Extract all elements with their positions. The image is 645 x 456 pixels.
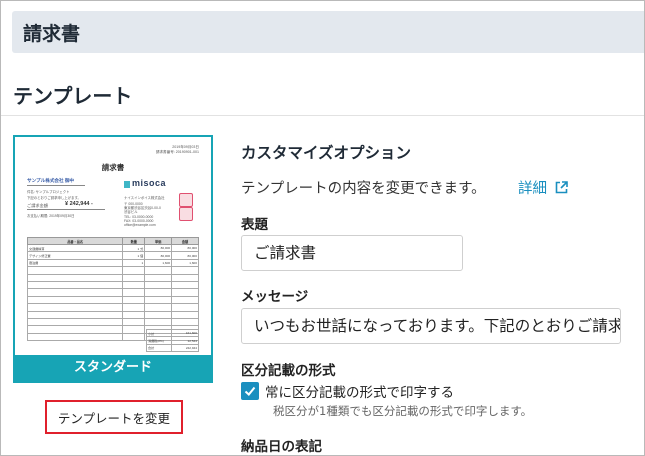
preview-row-qty: 1 <box>122 258 146 268</box>
tax-format-checkbox-row[interactable]: 常に区分記載の形式で印字する <box>241 381 454 401</box>
preview-invoice-number: 請求書番号: 20190901-001 <box>155 150 199 154</box>
customize-options-description: テンプレートの内容を変更できます。 <box>241 181 486 197</box>
preview-summary-table: 小計 161,600 消費税(8%) 12,544 合計 242,944 <box>145 328 199 353</box>
template-thumbnail: 2019年09月03日 請求書番号: 20190901-001 請求書 サンプル… <box>15 137 211 355</box>
external-link-icon <box>555 181 568 194</box>
table-row: デザイン修正費 1 個 80,000 80,000 <box>26 251 199 260</box>
table-row <box>26 310 199 319</box>
tax-format-label: 区分記載の形式 <box>241 363 336 379</box>
preview-company: ナイスインボイス株式会社 <box>124 196 165 200</box>
table-row <box>26 288 199 297</box>
subject-label: 表題 <box>241 217 268 233</box>
preview-row-name: 宿泊費 <box>26 258 124 268</box>
preview-subject: 件名: サンプルプロジェクト <box>27 190 70 194</box>
table-row: 交通費精算 1 式 80,000 80,000 <box>26 243 199 253</box>
delivery-date-label: 納品日の表記 <box>241 439 322 455</box>
change-template-button[interactable]: テンプレートを変更 <box>45 400 183 434</box>
preview-row-price: 80,000 <box>144 251 173 260</box>
message-input[interactable]: いつもお世話になっております。下記のとおりご請求申し上げます。 <box>241 308 621 344</box>
message-label: メッセージ <box>241 289 309 305</box>
preview-summary-label: 合計 <box>145 343 173 353</box>
preview-summary-label: 消費税(8%) <box>145 336 173 345</box>
preview-header-qty: 数量 <box>122 237 146 245</box>
preview-doc-title: 請求書 <box>101 163 125 172</box>
section-divider <box>1 115 644 116</box>
preview-row-name: デザイン修正費 <box>26 251 124 260</box>
preview-row-price: 1,600 <box>144 258 173 268</box>
preview-row-qty: 1 個 <box>122 251 146 260</box>
preview-amount-value: ¥ 242,944 - <box>65 201 93 207</box>
template-name: スタンダード <box>15 355 211 381</box>
page-header: 請求書 <box>12 11 644 53</box>
preview-row-amount: 1,600 <box>171 258 199 268</box>
preview-logo-text: misoca <box>132 178 167 188</box>
table-row: 小計 161,600 <box>145 328 199 338</box>
check-icon <box>244 386 256 396</box>
preview-row-amount: 80,000 <box>171 251 199 260</box>
window-frame: 請求書 テンプレート 2019年09月03日 請求書番号: 20190901-0… <box>0 0 645 456</box>
preview-amount-underline <box>27 209 105 210</box>
detail-link[interactable]: 詳細 <box>518 177 568 198</box>
tax-format-checkbox-label: 常に区分記載の形式で印字する <box>265 385 454 401</box>
template-card[interactable]: 2019年09月03日 請求書番号: 20190901-001 請求書 サンプル… <box>13 135 213 383</box>
preview-row-name: 交通費精算 <box>26 243 124 253</box>
preview-address3: 渋谷ビル <box>124 210 138 214</box>
table-row <box>26 317 199 327</box>
preview-summary-value: 242,944 <box>171 343 199 353</box>
preview-row-price: 80,000 <box>144 243 173 253</box>
detail-link-label: 詳細 <box>518 181 547 197</box>
table-row <box>26 303 199 312</box>
section-title: テンプレート <box>13 84 133 108</box>
preview-due: お支払い期限: 2019年09月30日 <box>27 214 75 218</box>
preview-email: office@example.com <box>124 223 156 227</box>
preview-client: サンプル株式会社 御中 <box>27 178 75 183</box>
table-row <box>26 266 199 275</box>
table-row <box>26 280 199 290</box>
seal-stamp-icon <box>179 207 193 221</box>
preview-header-amount: 金額 <box>171 237 199 245</box>
preview-header-item: 品番・品名 <box>26 237 124 245</box>
preview-client-underline <box>27 185 85 186</box>
customize-options-title: カスタマイズオプション <box>241 144 412 162</box>
subject-input[interactable]: ご請求書 <box>241 235 463 271</box>
preview-row-qty: 1 式 <box>122 243 146 253</box>
table-row: 宿泊費 1 1,600 1,600 <box>26 258 199 268</box>
table-row <box>26 273 199 282</box>
misoca-logo-icon <box>124 181 130 188</box>
page-title: 請求書 <box>23 23 81 45</box>
preview-note: 下記のとおりご請求申し上げます。 <box>27 196 81 200</box>
preview-row-amount: 80,000 <box>171 243 199 253</box>
preview-items-table: 品番・品名 数量 単価 金額 交通費精算 1 式 80,000 80,000 デ… <box>26 237 199 342</box>
tax-format-checkbox[interactable] <box>241 382 259 400</box>
table-row: 合計 242,944 <box>145 343 199 353</box>
preview-header-price: 単価 <box>144 237 173 245</box>
table-row <box>26 295 199 305</box>
preview-summary-label: 小計 <box>145 328 173 338</box>
preview-summary-value: 161,600 <box>171 328 199 338</box>
tax-format-hint: 税区分が1種類でも区分記載の形式で印字します。 <box>273 404 533 418</box>
seal-stamp-icon <box>179 193 193 207</box>
table-row: 消費税(8%) 12,544 <box>145 336 199 345</box>
preview-summary-value: 12,544 <box>171 336 199 345</box>
